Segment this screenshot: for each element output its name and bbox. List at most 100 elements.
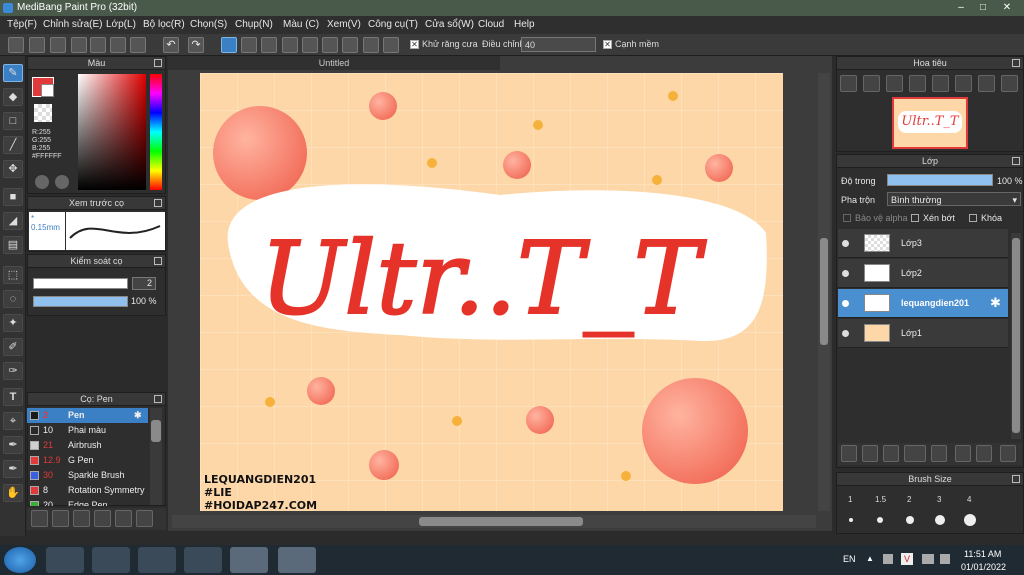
- brush-item-rotation[interactable]: 8 Rotation Symmetry: [27, 483, 148, 498]
- layer-folder-icon[interactable]: [931, 445, 947, 462]
- layout-icon[interactable]: [130, 37, 146, 53]
- chrome-icon[interactable]: [138, 547, 176, 573]
- volume-icon[interactable]: [940, 554, 950, 564]
- unikey-icon[interactable]: V: [901, 553, 913, 565]
- artwork-canvas[interactable]: Ultr..T_T LEQUANGDIEN201 #LIE #HOIDAP247…: [200, 73, 783, 511]
- menu-snap[interactable]: Chụp(N): [235, 19, 273, 30]
- menu-help[interactable]: Help: [514, 19, 535, 30]
- brush-size-dot[interactable]: [906, 516, 914, 524]
- new-text-layer-icon[interactable]: [883, 445, 899, 462]
- concentric-icon[interactable]: [322, 37, 338, 53]
- brush-size-option[interactable]: 2: [907, 495, 911, 504]
- delete-layer-icon[interactable]: [1000, 445, 1016, 462]
- panel-undock-icon[interactable]: [154, 257, 162, 265]
- menu-view[interactable]: Xem(V): [327, 19, 361, 30]
- lock-checkbox[interactable]: [969, 214, 977, 222]
- close-icon[interactable]: ✕: [996, 0, 1018, 16]
- network-icon[interactable]: [922, 554, 934, 564]
- move-tool-icon[interactable]: ✥: [3, 160, 23, 178]
- brush-menu-icon[interactable]: [52, 510, 69, 527]
- navigator-thumbnail[interactable]: Ultr..T_T: [892, 97, 968, 149]
- layer-item[interactable]: Lớp2: [838, 259, 1008, 288]
- panel-undock-icon[interactable]: [154, 59, 162, 67]
- line-tool-icon[interactable]: ╱: [3, 136, 23, 154]
- new-halftone-layer-icon[interactable]: [862, 445, 878, 462]
- bucket-tool-icon[interactable]: ◢: [3, 212, 23, 230]
- document-icon[interactable]: [90, 37, 106, 53]
- merge-layer-icon[interactable]: [976, 445, 992, 462]
- layer-menu-icon[interactable]: [904, 445, 926, 462]
- menu-edit[interactable]: Chỉnh sửa(E): [43, 19, 103, 30]
- clipping-checkbox[interactable]: [911, 214, 919, 222]
- redo-icon[interactable]: ↷: [188, 37, 204, 53]
- protect-alpha-checkbox[interactable]: [843, 214, 851, 222]
- color-picker-icon[interactable]: [35, 175, 49, 189]
- brush-doc-icon[interactable]: [94, 510, 111, 527]
- saturation-value-picker[interactable]: [78, 74, 146, 190]
- menu-layer[interactable]: Lớp(L): [106, 19, 136, 30]
- brush-size-dot[interactable]: [877, 517, 883, 523]
- rotate-right-icon[interactable]: [955, 75, 972, 92]
- add-brush-icon[interactable]: [31, 510, 48, 527]
- select-pen-tool-icon[interactable]: ✐: [3, 338, 23, 356]
- brush-size-value[interactable]: 2: [132, 277, 156, 290]
- brush-item-edge[interactable]: 20 Edge Pen: [27, 498, 148, 506]
- brush-settings-icon[interactable]: ✱: [134, 408, 142, 423]
- panel-undock-icon[interactable]: [154, 395, 162, 403]
- hue-slider[interactable]: [150, 74, 162, 190]
- layer-item[interactable]: Lớp3: [838, 229, 1008, 258]
- reset-view-icon[interactable]: [1001, 75, 1018, 92]
- paint-app-icon[interactable]: [278, 547, 316, 573]
- brush-export-icon[interactable]: [73, 510, 90, 527]
- adjust-value-field[interactable]: 40: [521, 37, 596, 52]
- new-layer-icon[interactable]: [841, 445, 857, 462]
- panel-undock-icon[interactable]: [1012, 475, 1020, 483]
- circle-snap-icon[interactable]: [363, 37, 379, 53]
- lasso-tool-icon[interactable]: ◌: [3, 290, 23, 308]
- share-icon[interactable]: [29, 37, 45, 53]
- radial-snap-icon[interactable]: [302, 37, 318, 53]
- settings-icon[interactable]: [383, 37, 399, 53]
- visibility-icon[interactable]: [842, 270, 849, 277]
- clock-date[interactable]: 01/01/2022: [961, 562, 1006, 572]
- document-tab[interactable]: Untitled: [168, 56, 500, 70]
- file-explorer-icon[interactable]: [184, 547, 222, 573]
- language-indicator[interactable]: EN: [843, 554, 856, 564]
- canvas-vertical-scrollbar[interactable]: [818, 73, 830, 511]
- flip-icon[interactable]: [978, 75, 995, 92]
- menu-cloud[interactable]: Cloud: [478, 19, 504, 30]
- grid-panel-icon[interactable]: [110, 37, 126, 53]
- operation-tool-icon[interactable]: ⌖: [3, 412, 23, 430]
- brush-size-slider[interactable]: [33, 278, 128, 289]
- brush-item-sparkle[interactable]: 30 Sparkle Brush: [27, 468, 148, 483]
- cloud-icon[interactable]: [8, 37, 24, 53]
- snap-checkbox[interactable]: ✕: [603, 40, 612, 49]
- text-tool-icon[interactable]: T: [3, 388, 23, 406]
- visibility-icon[interactable]: [842, 330, 849, 337]
- layer-settings-icon[interactable]: ✱: [990, 295, 1001, 311]
- magic-wand-tool-icon[interactable]: ✦: [3, 314, 23, 332]
- parallel-snap-icon[interactable]: [241, 37, 257, 53]
- layer-opacity-slider[interactable]: [887, 174, 993, 186]
- media-player-icon[interactable]: [46, 547, 84, 573]
- menu-select[interactable]: Chọn(S): [190, 19, 227, 30]
- grid-snap-icon[interactable]: [261, 37, 277, 53]
- zoom-out-icon[interactable]: [863, 75, 880, 92]
- brush-size-dot[interactable]: [849, 518, 853, 522]
- secondary-color-swatch[interactable]: [41, 84, 54, 97]
- undo-icon[interactable]: ↶: [163, 37, 179, 53]
- brush-size-option[interactable]: 1: [848, 495, 852, 504]
- start-button-icon[interactable]: [4, 547, 36, 573]
- hand-tool-icon[interactable]: ✋: [3, 484, 23, 502]
- panel-undock-icon[interactable]: [154, 199, 162, 207]
- brush-opacity-slider[interactable]: [33, 296, 128, 307]
- eyedropper-tool-icon[interactable]: ✒: [3, 436, 23, 454]
- tray-expand-icon[interactable]: ▲: [866, 554, 874, 563]
- antialias-checkbox[interactable]: ✕: [410, 40, 419, 49]
- visibility-icon[interactable]: [842, 240, 849, 247]
- dropper-tool-icon[interactable]: ✒: [3, 460, 23, 478]
- menu-filter[interactable]: Bộ lọc(R): [143, 19, 185, 30]
- brush-size-option[interactable]: 1.5: [875, 495, 886, 504]
- rotate-left-icon[interactable]: [932, 75, 949, 92]
- layer-list-scrollbar[interactable]: [1011, 233, 1021, 439]
